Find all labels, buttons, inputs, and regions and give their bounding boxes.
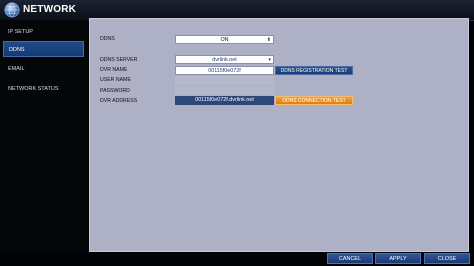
page-title: NETWORK (23, 4, 77, 15)
bottom-bar: CANCEL APPLY CLOSE (0, 252, 474, 266)
globe-logo-icon (4, 2, 20, 18)
sidebar: IP SETUP DDNS EMAIL NETWORK STATUS (0, 20, 88, 252)
cancel-button[interactable]: CANCEL (327, 253, 373, 264)
dvr-address-field: 00115f0e072f.dvrlink.net (175, 96, 274, 105)
ddns-server-select[interactable]: dvrlink.net ▾ (175, 55, 274, 64)
dvr-name-label: DVR NAME (100, 67, 128, 73)
password-field[interactable] (175, 86, 274, 95)
sidebar-item-ddns[interactable]: DDNS (3, 41, 84, 57)
apply-button[interactable]: APPLY (375, 253, 421, 264)
sidebar-item-network-status[interactable]: NETWORK STATUS (3, 81, 84, 97)
ddns-select-value: ON (220, 37, 229, 43)
ddns-label: DDNS (100, 36, 115, 42)
ddns-connection-test-button[interactable]: DDNS CONNECTION TEST (275, 96, 353, 105)
ddns-server-label: DDNS SERVER (100, 57, 138, 63)
password-label: PASSWORD (100, 88, 130, 94)
sidebar-item-ip-setup[interactable]: IP SETUP (3, 24, 84, 40)
spin-arrows-icon: ⬍ (266, 37, 271, 43)
dvr-address-label: DVR ADDRESS (100, 98, 138, 104)
ddns-server-value: dvrlink.net (212, 57, 237, 63)
dvr-name-field[interactable]: 00115f0e072f (175, 66, 274, 75)
user-name-field[interactable] (175, 76, 274, 85)
user-name-label: USER NAME (100, 77, 131, 83)
ddns-settings-panel: DDNS ON ⬍ DDNS SERVER dvrlink.net ▾ DVR … (89, 18, 469, 252)
ddns-select[interactable]: ON ⬍ (175, 35, 274, 44)
network-settings-screen: NETWORK IP SETUP DDNS EMAIL NETWORK STAT… (0, 0, 474, 266)
close-button[interactable]: CLOSE (424, 253, 470, 264)
ddns-registration-test-button[interactable]: DDNS REGISTRATION TEST (275, 66, 353, 75)
dropdown-arrow-icon: ▾ (268, 57, 271, 63)
sidebar-item-email[interactable]: EMAIL (3, 61, 84, 77)
